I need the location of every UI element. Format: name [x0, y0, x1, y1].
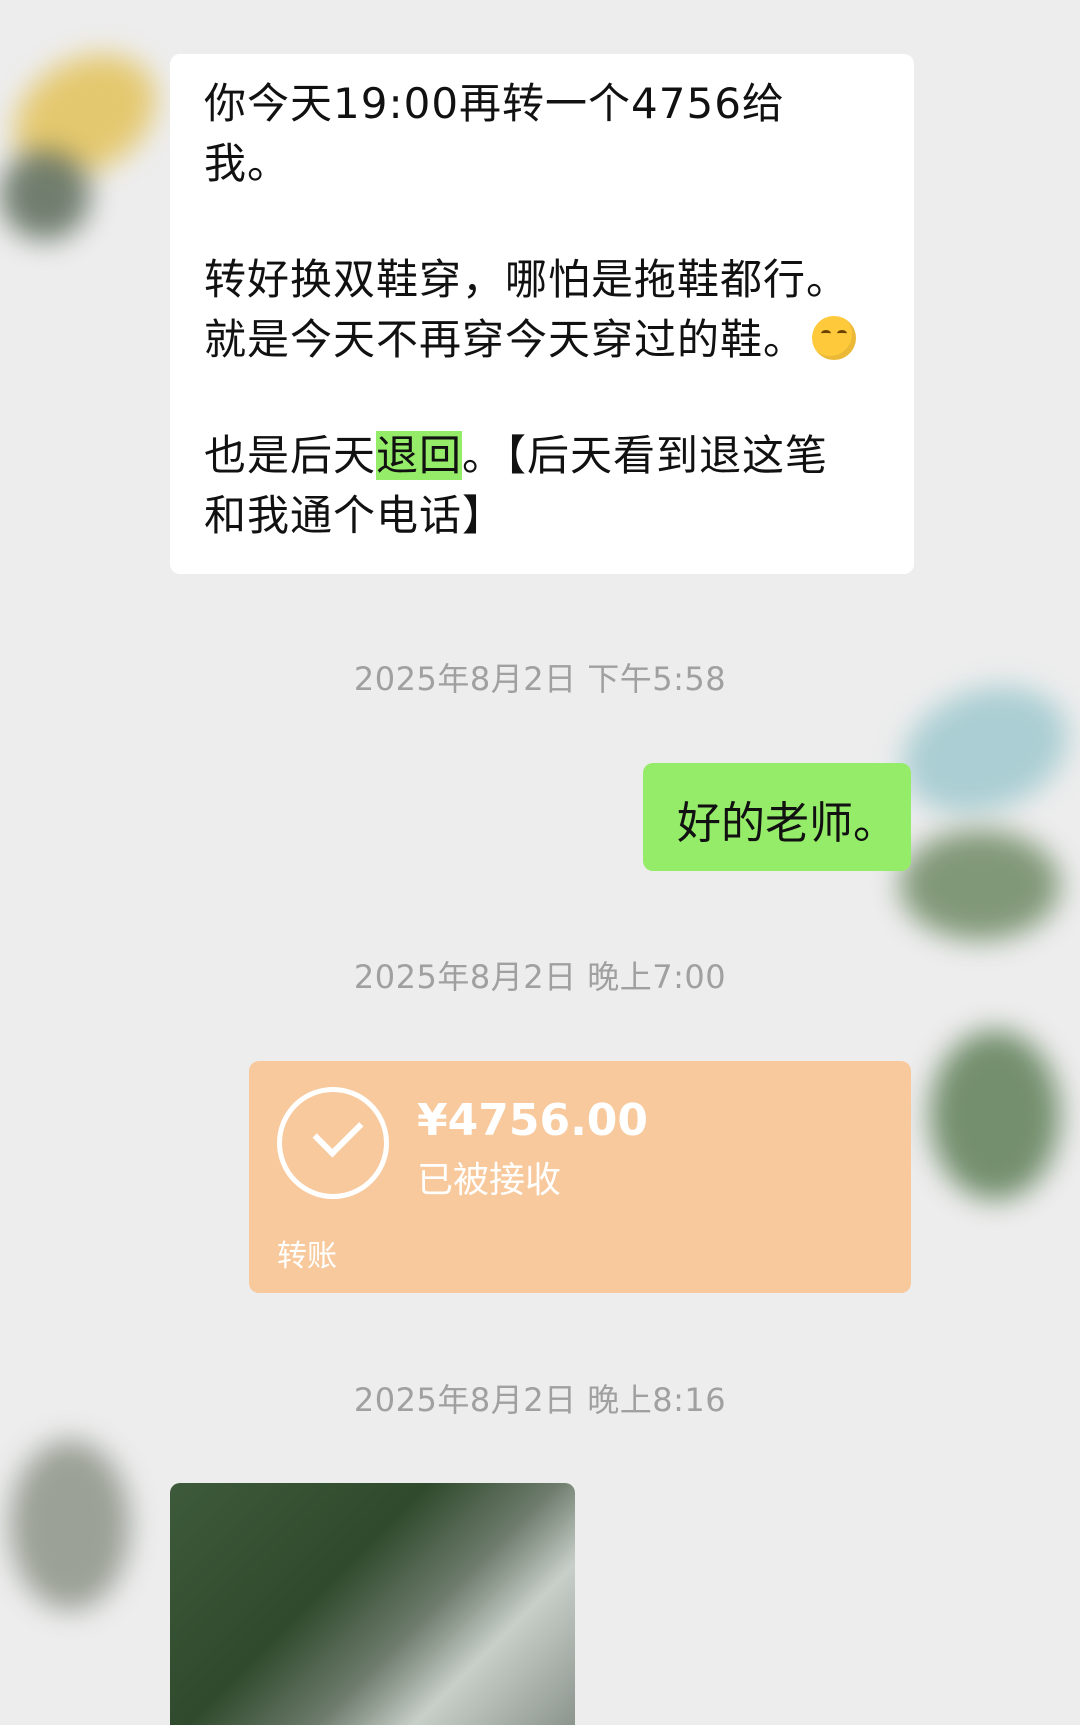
- timestamp: 2025年8月2日 晚上7:00: [353, 958, 727, 996]
- message-line: 我。: [204, 139, 291, 188]
- message-text: 也是后天: [204, 431, 377, 480]
- transfer-label: 转账: [277, 1239, 337, 1274]
- message-text: 。【后天看到退这笔: [462, 431, 829, 480]
- timestamp: 2025年8月2日 晚上8:16: [353, 1381, 727, 1419]
- message-line: 和我通个电话】: [204, 491, 506, 540]
- transfer-amount: ¥4756.00: [417, 1095, 649, 1146]
- message-line: 也是后天退回。【后天看到退这笔: [204, 426, 884, 486]
- incoming-message-bubble[interactable]: 你今天19:00再转一个4756给 我。 转好换双鞋穿，哪怕是拖鞋都行。 就是今…: [170, 54, 914, 574]
- emoji-thinking-icon: [812, 316, 857, 360]
- highlighted-text: 退回: [376, 431, 463, 480]
- decorative-smudge: [0, 150, 90, 240]
- transfer-status: 已被接收: [417, 1160, 562, 1201]
- image-message[interactable]: [170, 1483, 575, 1725]
- check-circle-icon: [277, 1087, 389, 1199]
- message-text: 就是今天不再穿今天穿过的鞋。: [204, 315, 807, 364]
- message-line: 你今天19:00再转一个4756给: [204, 79, 785, 128]
- message-text: 好的老师。: [677, 798, 897, 849]
- message-line: 就是今天不再穿今天穿过的鞋。: [204, 310, 884, 370]
- decorative-smudge: [930, 1030, 1060, 1200]
- decorative-smudge: [900, 830, 1060, 940]
- timestamp: 2025年8月2日 下午5:58: [353, 660, 727, 698]
- outgoing-message-bubble[interactable]: 好的老师。: [643, 763, 911, 871]
- message-line: 转好换双鞋穿，哪怕是拖鞋都行。: [204, 255, 850, 304]
- decorative-smudge: [10, 1440, 130, 1610]
- transfer-card[interactable]: ¥4756.00 已被接收 转账: [249, 1061, 911, 1293]
